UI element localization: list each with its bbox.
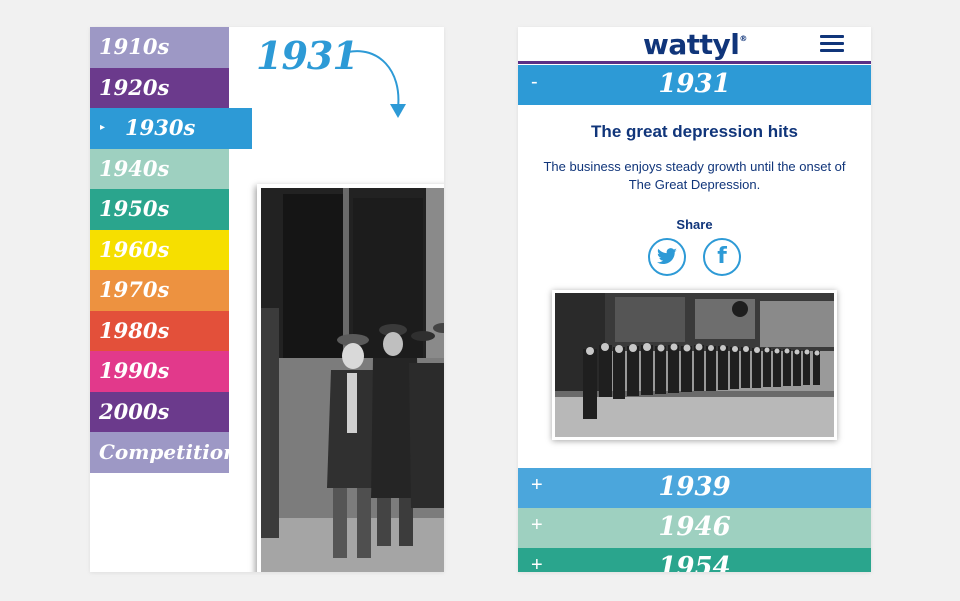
article-title: The great depression hits: [591, 122, 798, 141]
decade-1950s[interactable]: 1950s: [90, 189, 229, 230]
photo-card-right[interactable]: [552, 290, 837, 440]
top-bar: wattyl®: [518, 27, 871, 64]
accordion-year: 1939: [658, 472, 731, 502]
decade-1910s[interactable]: 1910s: [90, 27, 229, 68]
left-phone-screen: 1910s 1920s ▸ 1930s 1940s 1950s 1960s 197…: [90, 27, 444, 572]
accordion-header-1946[interactable]: + 1946: [518, 508, 871, 548]
depression-photo-closeup: [261, 188, 444, 572]
article-body: The business enjoys steady growth until …: [543, 159, 846, 192]
accordion-header-1931[interactable]: - 1931: [518, 65, 871, 105]
decade-1930s[interactable]: ▸ 1930s: [90, 108, 252, 149]
decade-1990s[interactable]: 1990s: [90, 351, 229, 392]
photo-card-left[interactable]: [257, 184, 444, 572]
decade-1940s[interactable]: 1940s: [90, 148, 229, 189]
accordion-panel-1931: The great depression hits The business e…: [518, 105, 871, 468]
caret-icon: ▸: [100, 122, 106, 133]
depression-queue-photo: [555, 293, 834, 437]
decade-1930s-label: 1930s: [125, 115, 196, 140]
decade-competition[interactable]: Competition: [90, 432, 238, 473]
decade-nav: 1910s 1920s ▸ 1930s 1940s 1950s 1960s 197…: [90, 27, 252, 473]
twitter-bird-icon: [657, 248, 677, 265]
registered-mark: ®: [739, 34, 747, 43]
wattyl-logo[interactable]: wattyl®: [643, 28, 747, 61]
accordion-year: 1946: [658, 512, 731, 542]
facebook-glyph: f: [717, 244, 727, 269]
share-label: Share: [676, 217, 713, 232]
hamburger-menu-icon[interactable]: [820, 35, 844, 53]
logo-text: wattyl: [643, 28, 740, 61]
decade-1920s[interactable]: 1920s: [90, 67, 229, 108]
decade-1980s[interactable]: 1980s: [90, 310, 229, 351]
accordion-header-1954[interactable]: + 1954: [518, 548, 871, 572]
curved-arrow-down-icon: [347, 50, 406, 118]
accordion-year: 1931: [658, 69, 731, 99]
facebook-icon[interactable]: f: [703, 238, 741, 276]
decade-1970s[interactable]: 1970s: [90, 270, 229, 311]
decade-1960s[interactable]: 1960s: [90, 229, 229, 270]
twitter-icon[interactable]: [648, 238, 686, 276]
right-phone-screen: wattyl® - 1931 The great depression hits…: [518, 27, 871, 572]
decade-2000s[interactable]: 2000s: [90, 391, 229, 432]
accordion-year: 1954: [658, 552, 731, 572]
accordion-header-1939[interactable]: + 1939: [518, 468, 871, 508]
